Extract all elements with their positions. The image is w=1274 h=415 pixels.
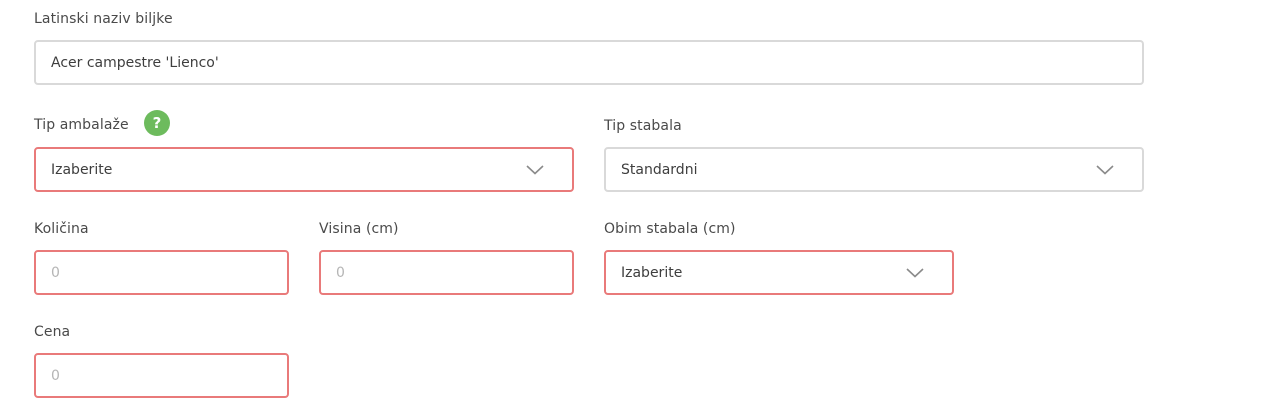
- chevron-down-icon: [906, 267, 924, 278]
- package-type-select[interactable]: Izaberite: [34, 147, 574, 192]
- chevron-down-icon: [526, 164, 544, 175]
- girth-label: Obim stabala (cm): [604, 221, 736, 237]
- quantity-input[interactable]: 0: [34, 250, 289, 295]
- plant-form: Latinski naziv biljke Acer campestre 'Li…: [0, 0, 1274, 415]
- height-input[interactable]: 0: [319, 250, 574, 295]
- quantity-label: Količina: [34, 221, 89, 237]
- price-placeholder: 0: [51, 367, 60, 384]
- latin-name-label: Latinski naziv biljke: [34, 11, 173, 27]
- tree-type-select[interactable]: Standardni: [604, 147, 1144, 192]
- price-input[interactable]: 0: [34, 353, 289, 398]
- price-label: Cena: [34, 324, 71, 340]
- tree-type-selected: Standardni: [621, 161, 698, 178]
- package-type-label: Tip ambalaže: [34, 117, 129, 133]
- latin-name-value: Acer campestre 'Lienco': [51, 54, 219, 71]
- girth-selected: Izaberite: [621, 264, 683, 281]
- height-placeholder: 0: [336, 264, 345, 281]
- help-icon[interactable]: ?: [144, 110, 170, 136]
- tree-type-label: Tip stabala: [604, 118, 682, 134]
- girth-select[interactable]: Izaberite: [604, 250, 954, 295]
- latin-name-input[interactable]: Acer campestre 'Lienco': [34, 40, 1144, 85]
- height-label: Visina (cm): [319, 221, 399, 237]
- package-type-selected: Izaberite: [51, 161, 113, 178]
- quantity-placeholder: 0: [51, 264, 60, 281]
- chevron-down-icon: [1096, 164, 1114, 175]
